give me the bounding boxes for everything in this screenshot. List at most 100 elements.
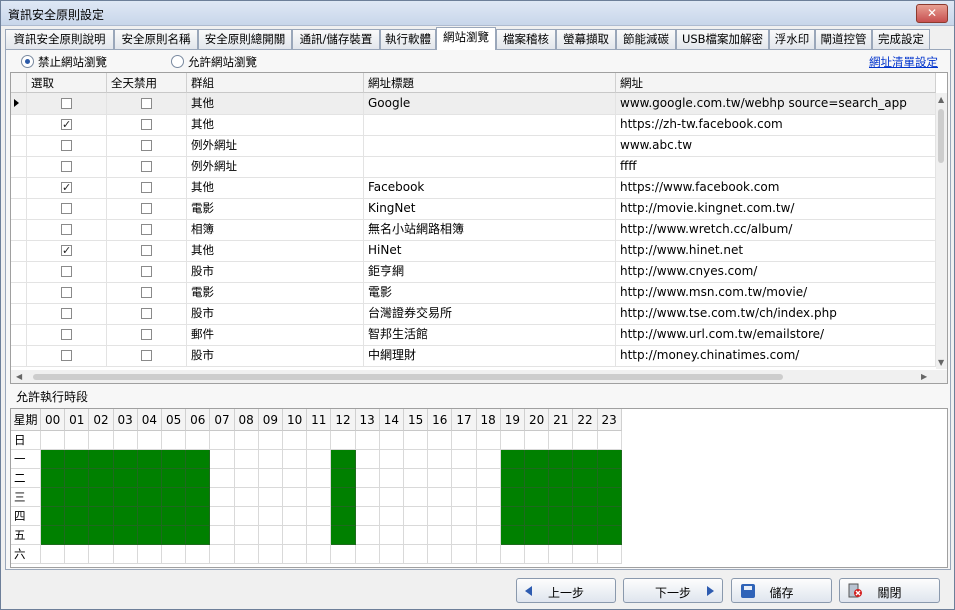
- tab-12[interactable]: 完成設定: [872, 29, 930, 49]
- select-checkbox[interactable]: [61, 350, 72, 361]
- hour-header[interactable]: 22: [573, 409, 598, 431]
- schedule-cell[interactable]: [428, 488, 453, 507]
- allday-checkbox[interactable]: [141, 203, 152, 214]
- window-close-button[interactable]: ✕: [916, 4, 948, 23]
- select-checkbox[interactable]: ✓: [61, 245, 72, 256]
- schedule-cell[interactable]: [65, 526, 90, 545]
- hour-header[interactable]: 17: [452, 409, 477, 431]
- allday-checkbox[interactable]: [141, 140, 152, 151]
- url-list-settings-link[interactable]: 網址清單設定: [869, 54, 938, 70]
- url-cell[interactable]: http://www.cnyes.com/: [616, 261, 936, 282]
- hour-header[interactable]: 00: [41, 409, 66, 431]
- group-cell[interactable]: 其他: [187, 93, 364, 114]
- close-button[interactable]: 關閉: [839, 578, 940, 603]
- schedule-cell[interactable]: [307, 488, 332, 507]
- schedule-cell[interactable]: [476, 507, 501, 526]
- table-row[interactable]: 電影 電影 http://www.msn.com.tw/movie/: [11, 282, 936, 304]
- group-cell[interactable]: 其他: [187, 240, 364, 261]
- schedule-cell[interactable]: [113, 469, 138, 488]
- row-header[interactable]: [11, 240, 27, 261]
- url-cell[interactable]: https://zh-tw.facebook.com: [616, 114, 936, 135]
- table-row[interactable]: 例外網址 ffff: [11, 156, 936, 178]
- group-header[interactable]: 群組: [187, 73, 364, 93]
- title-cell[interactable]: [364, 156, 616, 177]
- tab-11[interactable]: 閘道控管: [815, 29, 872, 49]
- url-cell[interactable]: http://money.chinatimes.com/: [616, 345, 936, 366]
- group-cell[interactable]: 相簿: [187, 219, 364, 240]
- schedule-cell[interactable]: [65, 545, 90, 564]
- schedule-cell[interactable]: [210, 450, 235, 469]
- row-header[interactable]: [11, 93, 27, 114]
- schedule-cell[interactable]: [65, 431, 90, 450]
- schedule-cell[interactable]: [186, 469, 211, 488]
- group-cell[interactable]: 股市: [187, 345, 364, 366]
- schedule-cell[interactable]: [331, 526, 356, 545]
- allday-checkbox[interactable]: [141, 161, 152, 172]
- schedule-cell[interactable]: [283, 431, 308, 450]
- schedule-cell[interactable]: [283, 545, 308, 564]
- schedule-cell[interactable]: [404, 469, 429, 488]
- schedule-cell[interactable]: [404, 507, 429, 526]
- schedule-cell[interactable]: [65, 469, 90, 488]
- select-checkbox[interactable]: ✓: [61, 182, 72, 193]
- row-header[interactable]: [11, 156, 27, 177]
- schedule-cell[interactable]: [113, 488, 138, 507]
- group-cell[interactable]: 例外網址: [187, 156, 364, 177]
- title-cell[interactable]: 鉅亨網: [364, 261, 616, 282]
- hour-header[interactable]: 21: [549, 409, 574, 431]
- select-checkbox[interactable]: [61, 203, 72, 214]
- day-label[interactable]: 二: [11, 469, 41, 488]
- schedule-cell[interactable]: [210, 526, 235, 545]
- horizontal-scrollbar[interactable]: ◀ ▶: [11, 370, 947, 383]
- schedule-cell[interactable]: [331, 545, 356, 564]
- schedule-cell[interactable]: [234, 450, 259, 469]
- select-checkbox[interactable]: ✓: [61, 119, 72, 130]
- schedule-cell[interactable]: [162, 507, 187, 526]
- tab-10[interactable]: 浮水印: [769, 29, 815, 49]
- group-cell[interactable]: 電影: [187, 198, 364, 219]
- tab-5[interactable]: 網站瀏覽: [436, 27, 496, 50]
- day-label[interactable]: 四: [11, 507, 41, 526]
- select-checkbox[interactable]: [61, 266, 72, 277]
- scroll-left-icon[interactable]: ◀: [16, 372, 22, 381]
- schedule-cell[interactable]: [428, 507, 453, 526]
- schedule-cell[interactable]: [137, 431, 162, 450]
- row-header[interactable]: [11, 114, 27, 135]
- vertical-scrollbar[interactable]: ▲ ▼: [936, 93, 947, 369]
- schedule-cell[interactable]: [549, 507, 574, 526]
- schedule-cell[interactable]: [186, 526, 211, 545]
- schedule-cell[interactable]: [186, 507, 211, 526]
- select-checkbox[interactable]: [61, 140, 72, 151]
- schedule-cell[interactable]: [597, 545, 622, 564]
- url-cell[interactable]: http://www.url.com.tw/emailstore/: [616, 324, 936, 345]
- schedule-cell[interactable]: [89, 507, 114, 526]
- table-row[interactable]: 股市 台灣證券交易所 http://www.tse.com.tw/ch/index.…: [11, 303, 936, 325]
- schedule-cell[interactable]: [597, 507, 622, 526]
- hour-header[interactable]: 19: [500, 409, 525, 431]
- schedule-cell[interactable]: [234, 431, 259, 450]
- schedule-cell[interactable]: [404, 431, 429, 450]
- schedule-cell[interactable]: [307, 545, 332, 564]
- hour-header[interactable]: 10: [283, 409, 308, 431]
- schedule-cell[interactable]: [379, 450, 404, 469]
- schedule-cell[interactable]: [379, 526, 404, 545]
- table-row[interactable]: 例外網址 www.abc.tw: [11, 135, 936, 157]
- schedule-cell[interactable]: [210, 545, 235, 564]
- url-cell[interactable]: https://www.facebook.com: [616, 177, 936, 198]
- schedule-cell[interactable]: [137, 469, 162, 488]
- schedule-cell[interactable]: [500, 526, 525, 545]
- title-cell[interactable]: [364, 114, 616, 135]
- schedule-cell[interactable]: [283, 526, 308, 545]
- select-checkbox[interactable]: [61, 329, 72, 340]
- allday-checkbox[interactable]: [141, 266, 152, 277]
- schedule-cell[interactable]: [525, 507, 550, 526]
- row-header[interactable]: [11, 303, 27, 324]
- table-row[interactable]: 股市 中網理財 http://money.chinatimes.com/: [11, 345, 936, 367]
- allow-browsing-radio[interactable]: 允許網站瀏覽: [171, 54, 257, 70]
- schedule-cell[interactable]: [476, 545, 501, 564]
- tab-9[interactable]: USB檔案加解密: [676, 29, 769, 49]
- schedule-cell[interactable]: [307, 431, 332, 450]
- schedule-cell[interactable]: [428, 469, 453, 488]
- schedule-cell[interactable]: [234, 507, 259, 526]
- allday-checkbox[interactable]: [141, 98, 152, 109]
